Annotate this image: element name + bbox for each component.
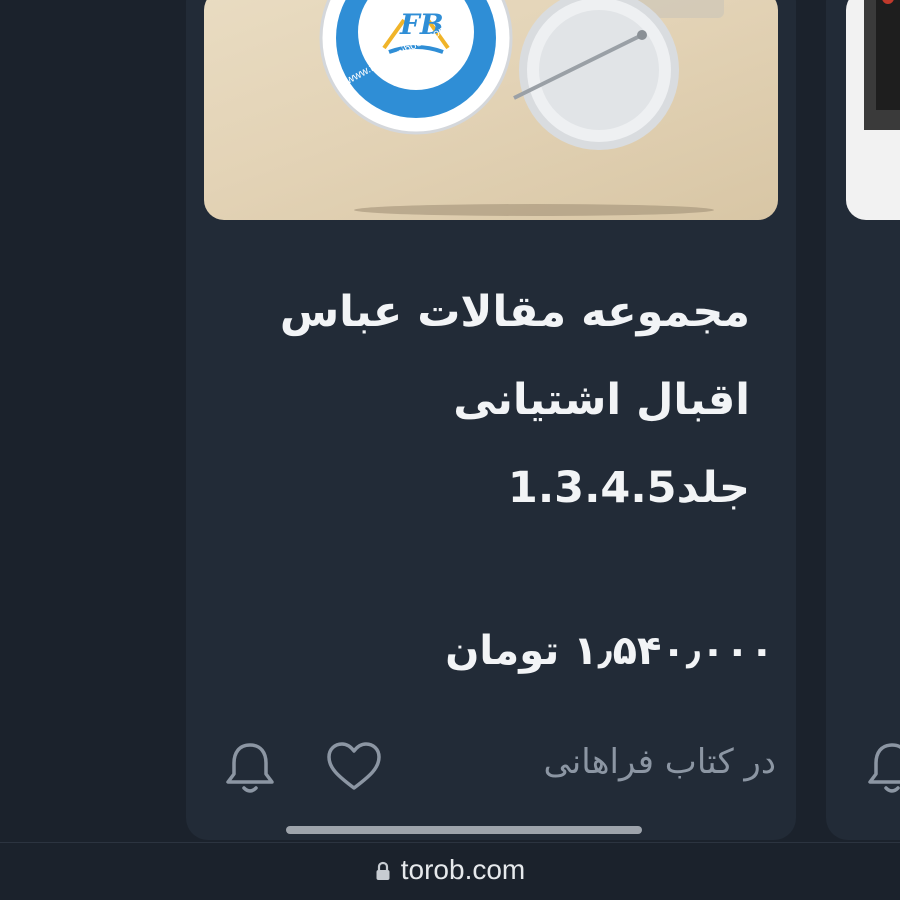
page: FB www.farahanibook.com مجموعه مقالات عب… <box>0 0 900 900</box>
heart-icon <box>327 742 381 790</box>
next-product-photo <box>864 0 900 130</box>
product-title-line-3: جلد1.3.4.5 <box>507 463 750 513</box>
bell-icon <box>226 743 274 793</box>
product-title[interactable]: مجموعه مقالات عباس اقبال اشتیانی جلد1.3.… <box>210 268 750 532</box>
lock-icon <box>375 856 391 888</box>
address-display[interactable]: torob.com <box>0 854 900 888</box>
url-text: torob.com <box>400 854 526 885</box>
product-photo <box>319 0 724 216</box>
next-product-image[interactable] <box>846 0 900 220</box>
product-title-line-1: مجموعه مقالات عباس <box>279 287 750 337</box>
product-image[interactable]: FB www.farahanibook.com <box>204 0 778 220</box>
bell-icon <box>868 743 900 793</box>
product-title-line-2: اقبال اشتیانی <box>453 375 750 425</box>
favorite-button[interactable] <box>324 738 384 798</box>
seller-name[interactable]: در کتاب فراهانی <box>543 742 776 782</box>
product-price: ۱٫۵۴۰٫۰۰۰ تومان <box>445 628 774 674</box>
price-alert-button[interactable] <box>220 738 280 798</box>
next-product-alert-button[interactable] <box>862 738 900 798</box>
horizontal-scrollbar[interactable] <box>286 826 642 834</box>
